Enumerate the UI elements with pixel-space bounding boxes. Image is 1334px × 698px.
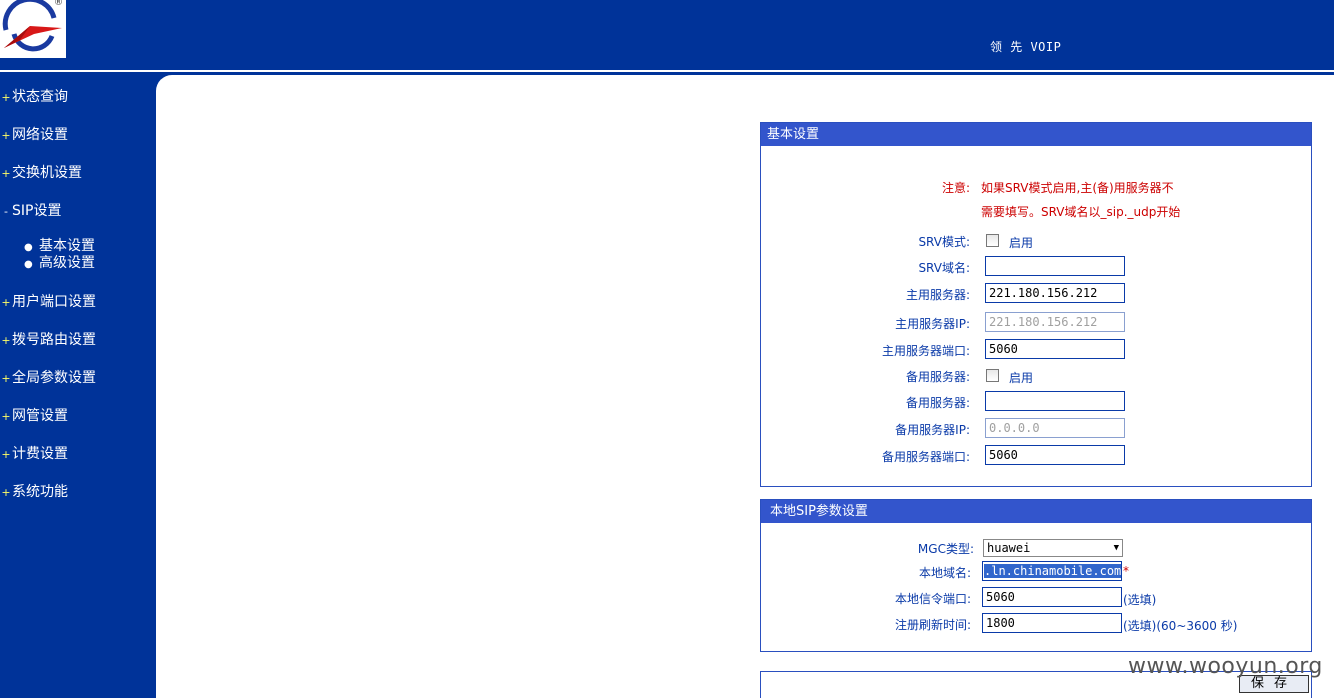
sidebar-item-billing[interactable]: +计费设置 — [0, 444, 68, 464]
plus-icon: + — [1, 334, 11, 347]
registered-mark: ® — [54, 0, 63, 8]
refresh-time-hint: (选填)(60~3600 秒) — [1123, 619, 1238, 633]
backup-port-input[interactable]: 5060 — [985, 445, 1125, 465]
plus-icon: + — [1, 129, 11, 142]
basic-settings-panel: 基本设置 注意: 如果SRV模式启用,主(备)用服务器不 需要填写。SRV域名以… — [760, 122, 1312, 487]
signal-port-hint: (选填) — [1123, 593, 1157, 607]
primary-server-label: 主用服务器: — [905, 288, 970, 302]
sidebar-subitem-label: 高级设置 — [39, 255, 95, 271]
required-mark: * — [1123, 564, 1129, 578]
sidebar-item-system[interactable]: +系统功能 — [0, 482, 68, 502]
sidebar-item-sip[interactable]: - SIP设置 — [0, 201, 61, 221]
mgc-type-label: MGC类型: — [917, 542, 974, 556]
sidebar-item-label: 交换机设置 — [12, 165, 82, 181]
sidebar-item-switch[interactable]: +交换机设置 — [0, 163, 82, 183]
panel-title: 本地SIP参数设置 — [761, 500, 1311, 523]
primary-ip-input[interactable]: 221.180.156.212 — [985, 312, 1125, 332]
mgc-type-value: huawei — [987, 541, 1031, 555]
signal-port-label: 本地信令端口: — [894, 592, 971, 606]
sidebar-item-label: 全局参数设置 — [12, 370, 96, 386]
mgc-type-select[interactable]: huawei ▼ — [983, 539, 1123, 557]
sidebar-item-network[interactable]: +网络设置 — [0, 125, 68, 145]
bullet-icon: ● — [24, 242, 33, 253]
plus-icon: + — [1, 372, 11, 385]
top-banner — [0, 0, 1334, 70]
srv-mode-label: SRV模式: — [918, 235, 970, 249]
sidebar-item-label: 状态查询 — [12, 89, 68, 105]
minus-icon: - — [4, 205, 8, 218]
sidebar-item-dial-route[interactable]: +拨号路由设置 — [0, 330, 96, 350]
sidebar-item-label: 网管设置 — [12, 408, 68, 424]
primary-ip-label: 主用服务器IP: — [895, 317, 970, 331]
sidebar-item-management[interactable]: +网管设置 — [0, 406, 68, 426]
local-domain-label: 本地域名: — [918, 566, 971, 580]
srv-mode-check-label: 启用 — [1009, 236, 1034, 250]
sidebar-item-label: 计费设置 — [12, 446, 68, 462]
plus-icon: + — [1, 296, 11, 309]
bullet-icon: ● — [24, 259, 33, 270]
backup-port-label: 备用服务器端口: — [881, 450, 970, 464]
sidebar-item-label: SIP设置 — [12, 203, 62, 219]
primary-server-input[interactable]: 221.180.156.212 — [985, 283, 1125, 303]
local-domain-value: .ln.chinamobile.com — [984, 564, 1122, 578]
srv-domain-input[interactable] — [985, 256, 1125, 276]
srv-mode-checkbox[interactable] — [986, 234, 999, 247]
chevron-down-icon: ▼ — [1113, 543, 1119, 553]
refresh-time-label: 注册刷新时间: — [894, 618, 971, 632]
sidebar-item-label: 系统功能 — [12, 484, 68, 500]
local-sip-panel: 本地SIP参数设置 MGC类型: huawei ▼ 本地域名: .ln.chin… — [760, 499, 1312, 652]
sidebar-item-label: 网络设置 — [12, 127, 68, 143]
backup-server-input[interactable] — [985, 391, 1125, 411]
backup-ip-input[interactable]: 0.0.0.0 — [985, 418, 1125, 438]
sidebar-subitem-basic[interactable]: ● 基本设置 — [24, 238, 95, 255]
plus-icon: + — [1, 167, 11, 180]
note-line-2: 需要填写。SRV域名以_sip._udp开始 — [981, 205, 1181, 219]
sidebar-item-global-params[interactable]: +全局参数设置 — [0, 368, 96, 388]
backup-server-label: 备用服务器: — [905, 396, 970, 410]
panel-title: 基本设置 — [761, 123, 1311, 146]
sidebar-subitem-advanced[interactable]: ● 高级设置 — [24, 255, 95, 272]
note-line-1: 如果SRV模式启用,主(备)用服务器不 — [981, 181, 1174, 195]
plus-icon: + — [1, 91, 11, 104]
watermark: www.wooyun.org — [1128, 654, 1323, 679]
sidebar-item-status[interactable]: +状态查询 — [0, 87, 68, 107]
brand-title: 领 先 VOIP — [990, 40, 1062, 54]
company-logo — [0, 0, 66, 58]
refresh-time-input[interactable]: 1800 — [982, 613, 1122, 633]
plus-icon: + — [1, 486, 11, 499]
plus-icon: + — [1, 410, 11, 423]
signal-port-input[interactable]: 5060 — [982, 587, 1122, 607]
primary-port-label: 主用服务器端口: — [881, 344, 970, 358]
backup-ip-label: 备用服务器IP: — [895, 423, 970, 437]
backup-enable-check-label: 启用 — [1009, 371, 1034, 385]
backup-enable-checkbox[interactable] — [986, 369, 999, 382]
sidebar-item-user-port[interactable]: +用户端口设置 — [0, 292, 96, 312]
sidebar-item-label: 拨号路由设置 — [12, 332, 96, 348]
srv-domain-label: SRV域名: — [918, 261, 970, 275]
primary-port-input[interactable]: 5060 — [985, 339, 1125, 359]
note-label: 注意: — [942, 181, 971, 195]
local-domain-input[interactable]: .ln.chinamobile.com — [982, 561, 1122, 581]
sidebar-item-label: 用户端口设置 — [12, 294, 96, 310]
plus-icon: + — [1, 448, 11, 461]
sidebar-subitem-label: 基本设置 — [39, 238, 95, 254]
backup-enable-label: 备用服务器: — [905, 370, 970, 384]
